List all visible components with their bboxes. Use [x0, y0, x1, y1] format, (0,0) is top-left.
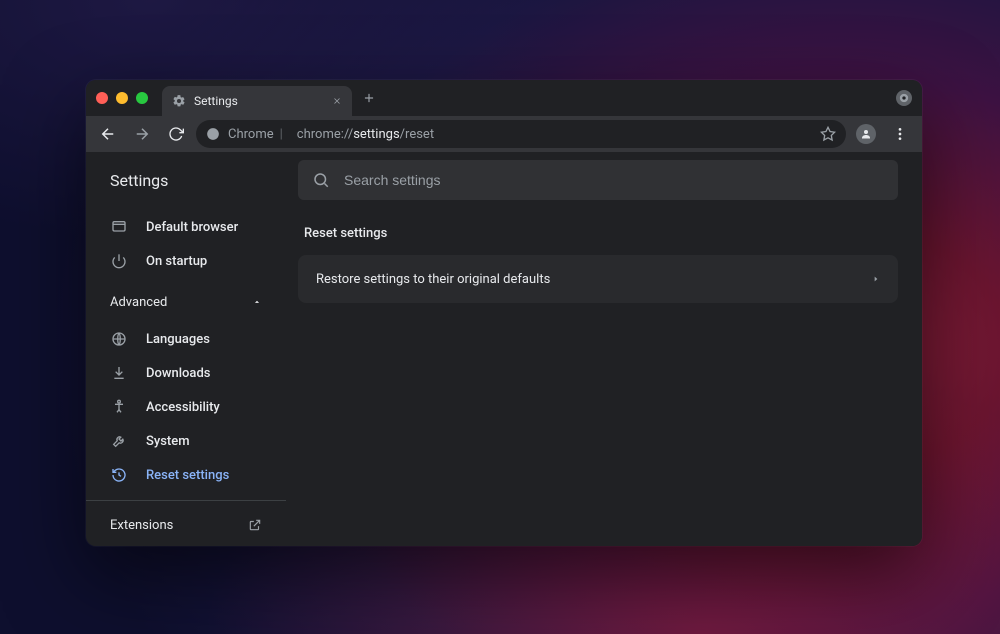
- url-site-label: Chrome|: [228, 127, 289, 142]
- sidebar-link-extensions[interactable]: Extensions: [86, 505, 286, 545]
- profile-indicator-icon[interactable]: [896, 90, 912, 106]
- sidebar-item-downloads[interactable]: Downloads: [86, 356, 286, 390]
- window-close-button[interactable]: [96, 92, 108, 104]
- sidebar-item-label: Default browser: [146, 220, 238, 235]
- address-bar[interactable]: Chrome| chrome://settings/reset: [196, 120, 846, 148]
- person-icon: [856, 124, 876, 144]
- power-icon: [110, 253, 128, 269]
- tab-strip: Settings: [86, 80, 922, 116]
- tab-settings[interactable]: Settings: [162, 86, 352, 116]
- browser-window: Settings Chrome|: [86, 80, 922, 546]
- browser-icon: [110, 219, 128, 235]
- sidebar-section-label: Advanced: [110, 295, 167, 310]
- search-input[interactable]: [344, 172, 884, 188]
- tab-close-button[interactable]: [332, 96, 342, 106]
- sidebar-item-label: On startup: [146, 254, 207, 269]
- section-title: Reset settings: [298, 226, 898, 241]
- sidebar-link-about-chrome[interactable]: About Chrome: [86, 545, 286, 546]
- sidebar-item-system[interactable]: System: [86, 424, 286, 458]
- download-icon: [110, 365, 128, 381]
- gear-icon: [172, 94, 186, 108]
- site-info-icon[interactable]: [206, 127, 220, 141]
- url-text: chrome://settings/reset: [297, 127, 434, 142]
- sidebar-item-label: Reset settings: [146, 468, 229, 483]
- profile-avatar-button[interactable]: [852, 120, 880, 148]
- sidebar-item-label: System: [146, 434, 190, 449]
- search-icon: [312, 171, 330, 189]
- sidebar-item-languages[interactable]: Languages: [86, 322, 286, 356]
- sidebar-item-accessibility[interactable]: Accessibility: [86, 390, 286, 424]
- sidebar-item-reset-settings[interactable]: Reset settings: [86, 458, 286, 492]
- reload-button[interactable]: [162, 120, 190, 148]
- sidebar: Default browser On startup Advanced: [86, 208, 286, 546]
- tab-title: Settings: [194, 94, 238, 108]
- page-title: Settings: [86, 171, 286, 190]
- wrench-icon: [110, 433, 128, 449]
- card-row-label: Restore settings to their original defau…: [316, 272, 550, 287]
- restore-icon: [110, 467, 128, 483]
- reset-settings-card: Restore settings to their original defau…: [298, 255, 898, 303]
- globe-icon: [110, 331, 128, 347]
- new-tab-button[interactable]: [362, 91, 376, 105]
- accessibility-icon: [110, 399, 128, 415]
- sidebar-divider: [86, 500, 286, 501]
- sidebar-item-label: Accessibility: [146, 400, 220, 415]
- chevron-up-icon: [252, 297, 262, 307]
- window-maximize-button[interactable]: [136, 92, 148, 104]
- sidebar-item-default-browser[interactable]: Default browser: [86, 210, 286, 244]
- forward-button[interactable]: [128, 120, 156, 148]
- content-area: Default browser On startup Advanced: [86, 208, 922, 546]
- page-header: Settings: [86, 152, 922, 208]
- toolbar: Chrome| chrome://settings/reset: [86, 116, 922, 152]
- bookmark-star-icon[interactable]: [820, 126, 836, 142]
- main-panel: Reset settings Restore settings to their…: [286, 208, 922, 546]
- sidebar-item-label: Languages: [146, 332, 210, 347]
- sidebar-item-label: Downloads: [146, 366, 210, 381]
- restore-defaults-row[interactable]: Restore settings to their original defau…: [298, 255, 898, 303]
- window-minimize-button[interactable]: [116, 92, 128, 104]
- chevron-right-icon: [872, 273, 880, 285]
- external-link-icon: [248, 518, 262, 532]
- sidebar-link-label: Extensions: [110, 518, 173, 533]
- kebab-menu-button[interactable]: [886, 120, 914, 148]
- sidebar-section-advanced[interactable]: Advanced: [86, 282, 286, 322]
- sidebar-item-on-startup[interactable]: On startup: [86, 244, 286, 278]
- search-settings[interactable]: [298, 160, 898, 200]
- back-button[interactable]: [94, 120, 122, 148]
- window-controls: [96, 92, 148, 104]
